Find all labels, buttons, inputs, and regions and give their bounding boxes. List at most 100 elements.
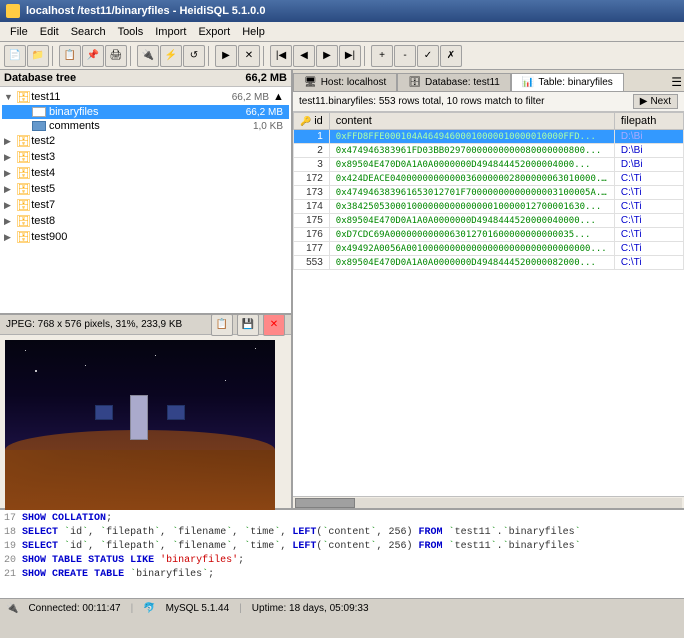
copy-button[interactable]: 📋	[59, 45, 81, 67]
menu-file[interactable]: File	[4, 24, 34, 40]
tree-item-test2[interactable]: ▶ 🗄 test2	[2, 133, 289, 149]
log-line: 17SHOW COLLATION;	[4, 512, 680, 526]
menu-tools[interactable]: Tools	[112, 24, 150, 40]
log-line: 19SELECT `id`, `filepath`, `filename`, `…	[4, 540, 680, 554]
preview-actions: 📋 💾 ✕	[211, 314, 285, 336]
save-preview-button[interactable]: 💾	[237, 314, 259, 336]
menu-import[interactable]: Import	[149, 24, 192, 40]
database-icon-7: 🗄	[16, 214, 31, 228]
star	[85, 365, 86, 366]
connect-button[interactable]: 🔌	[137, 45, 159, 67]
refresh-button[interactable]: ↺	[183, 45, 205, 67]
print-button[interactable]: 🖨	[105, 45, 127, 67]
tree-item-test3[interactable]: ▶ 🗄 test3	[2, 149, 289, 165]
database-icon-3: 🗄	[16, 150, 31, 164]
tab-host-label: Host: localhost	[321, 77, 387, 88]
add-row-button[interactable]: +	[371, 45, 393, 67]
expand-icon-6[interactable]: ▶	[4, 168, 16, 179]
disconnect-button[interactable]: ⚡	[160, 45, 182, 67]
expand-icon-9[interactable]: ▶	[4, 216, 16, 227]
paste-button[interactable]: 📌	[82, 45, 104, 67]
connection-icon: 🔌	[6, 603, 18, 614]
expand-icon-7[interactable]: ▶	[4, 184, 16, 195]
col-header-content[interactable]: content	[329, 113, 614, 130]
tree-header: Database tree 66,2 MB	[0, 70, 291, 87]
expand-icon-5[interactable]: ▶	[4, 152, 16, 163]
tab-menu-button[interactable]: ☰	[669, 73, 684, 91]
tree-item-test4[interactable]: ▶ 🗄 test4	[2, 165, 289, 181]
scrollbar-thumb[interactable]	[295, 498, 355, 508]
table-row[interactable]: 30x89504E470D0A1A0A0000000D4948444520000…	[294, 158, 684, 172]
close-preview-button[interactable]: ✕	[263, 314, 285, 336]
table-row[interactable]: 1750x89504E470D0A1A0A0000000D49484445200…	[294, 214, 684, 228]
nav-last-button[interactable]: ▶|	[339, 45, 361, 67]
discard-button[interactable]: ✗	[440, 45, 462, 67]
cell-id: 172	[294, 172, 330, 186]
tree-item-test8[interactable]: ▶ 🗄 test8	[2, 213, 289, 229]
col-header-filepath[interactable]: filepath	[614, 113, 683, 130]
new-query-button[interactable]: 📄	[4, 45, 26, 67]
table-row[interactable]: 1720x424DEACE040000000000003600000028000…	[294, 172, 684, 186]
solar-panel-left	[95, 405, 113, 420]
menu-help[interactable]: Help	[236, 24, 271, 40]
run-button[interactable]: ▶	[215, 45, 237, 67]
expand-icon-4[interactable]: ▶	[4, 136, 16, 147]
nav-prev-button[interactable]: ◀	[293, 45, 315, 67]
cell-content: 0x424DEACE040000000000003600000028000000…	[329, 172, 614, 186]
table-row[interactable]: 10xFFD8FFE000104A46494600010000010000010…	[294, 130, 684, 144]
tree-item-test900[interactable]: ▶ 🗄 test900	[2, 229, 289, 245]
tree-item-test7[interactable]: ▶ 🗄 test7	[2, 197, 289, 213]
table-icon-2	[32, 121, 46, 131]
cell-content: 0x89504E470D0A1A0A0000000D49484445200000…	[329, 214, 614, 228]
col-header-id[interactable]: 🔑id	[294, 113, 330, 130]
next-label: Next	[650, 96, 671, 107]
scrollbar-button[interactable]: ▲	[273, 91, 287, 103]
cell-filepath: C:\Ti	[614, 214, 683, 228]
horizontal-scrollbar[interactable]	[293, 496, 684, 508]
preview-header: JPEG: 768 x 576 pixels, 31%, 233,9 KB 📋 …	[0, 315, 291, 335]
table-row[interactable]: 1770x49492A0056A001000000000000000000000…	[294, 242, 684, 256]
menu-edit[interactable]: Edit	[34, 24, 65, 40]
cell-content: 0x38425053000100000000000000010000012700…	[329, 200, 614, 214]
table-row[interactable]: 1760xD7CDC69A000000000006301270160000000…	[294, 228, 684, 242]
next-icon: ▶	[640, 96, 648, 107]
tree-item-test11[interactable]: ▼ 🗄 test11 66,2 MB ▲	[2, 89, 289, 105]
tree-item-comments[interactable]: comments 1,0 KB	[2, 119, 289, 133]
tab-table[interactable]: 📊 Table: binaryfiles	[511, 73, 624, 91]
toolbar-separator-4	[263, 46, 267, 66]
server-icon: 🖥	[304, 77, 317, 88]
next-button[interactable]: ▶ Next	[633, 94, 678, 109]
scrollbar-track[interactable]	[295, 498, 682, 508]
expand-icon-10[interactable]: ▶	[4, 232, 16, 243]
copy-preview-button[interactable]: 📋	[211, 314, 233, 336]
table-row[interactable]: 1740x38425053000100000000000000010000012…	[294, 200, 684, 214]
connection-status: Connected: 00:11:47	[28, 603, 120, 614]
table-icon	[32, 107, 46, 117]
tree-item-test5[interactable]: ▶ 🗄 test5	[2, 181, 289, 197]
table-row[interactable]: 1730x474946383961653012701F7000000000000…	[294, 186, 684, 200]
nav-first-button[interactable]: |◀	[270, 45, 292, 67]
stop-button[interactable]: ✕	[238, 45, 260, 67]
database-icon-2: 🗄	[16, 134, 31, 148]
menu-export[interactable]: Export	[192, 24, 236, 40]
open-button[interactable]: 📁	[27, 45, 49, 67]
nav-next-button[interactable]: ▶	[316, 45, 338, 67]
expand-icon-8[interactable]: ▶	[4, 200, 16, 211]
tree-item-binaryfiles[interactable]: binaryfiles 66,2 MB	[2, 105, 289, 119]
cell-id: 177	[294, 242, 330, 256]
preview-info: JPEG: 768 x 576 pixels, 31%, 233,9 KB	[6, 319, 182, 330]
preview-image	[5, 340, 275, 510]
table-row[interactable]: 20x474946383961FD03BB0297000000000008000…	[294, 144, 684, 158]
star	[225, 380, 226, 381]
check-button[interactable]: ✓	[417, 45, 439, 67]
left-panel: Database tree 66,2 MB ▼ 🗄 test11 66,2 MB…	[0, 70, 293, 508]
tab-database[interactable]: 🗄 Database: test11	[397, 73, 511, 91]
expand-icon[interactable]: ▼	[4, 92, 16, 102]
table-row[interactable]: 5530x89504E470D0A1A0A0000000D49484445200…	[294, 256, 684, 270]
menu-search[interactable]: Search	[65, 24, 112, 40]
cell-content: 0x49492A0056A001000000000000000000000000…	[329, 242, 614, 256]
tab-host[interactable]: 🖥 Host: localhost	[293, 73, 397, 91]
cell-content: 0x474946383961653012701F7000000000000000…	[329, 186, 614, 200]
toolbar-separator-2	[130, 46, 134, 66]
delete-row-button[interactable]: -	[394, 45, 416, 67]
